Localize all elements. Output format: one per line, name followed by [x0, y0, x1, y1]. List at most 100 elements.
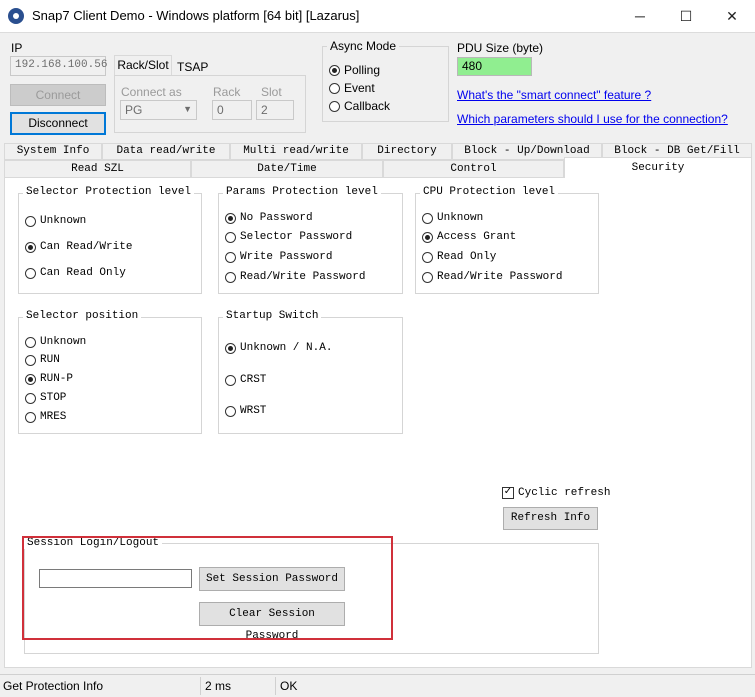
radio-label: Read Only — [437, 251, 497, 263]
chevron-down-icon: ▼ — [183, 104, 192, 114]
radio-cpu-read-write-password[interactable]: Read/Write Password — [422, 271, 562, 283]
cyclic-refresh-label: Cyclic refresh — [518, 487, 611, 499]
radio-pos-run-p[interactable]: RUN-P — [25, 373, 73, 385]
tab-system-info[interactable]: System Info — [4, 143, 102, 160]
status-divider — [275, 677, 276, 695]
radio-label: Event — [344, 81, 375, 95]
startup-switch-label: Startup Switch — [223, 310, 322, 322]
radio-label: Write Password — [240, 251, 333, 263]
tab-multi-read-write[interactable]: Multi read/write — [230, 143, 362, 160]
radio-sp-unknown[interactable]: Unknown — [25, 215, 86, 227]
tab-rack-slot[interactable]: Rack/Slot — [114, 55, 172, 76]
radio-dot — [329, 100, 340, 112]
connect-as-label: Connect as — [121, 85, 182, 99]
radio-pos-unknown[interactable]: Unknown — [25, 336, 86, 348]
refresh-info-button[interactable]: Refresh Info — [503, 507, 598, 530]
radio-label: Unknown — [40, 215, 87, 227]
radio-label: MRES — [40, 411, 67, 423]
disconnect-button[interactable]: Disconnect — [10, 112, 106, 135]
radio-label: RUN-P — [40, 373, 74, 385]
clear-session-password-button[interactable]: Clear Session Password — [199, 602, 345, 642]
tab-tsap[interactable]: TSAP — [177, 60, 208, 74]
ip-field[interactable]: 192.168.100.56 — [10, 56, 107, 76]
radio-dot — [422, 231, 433, 243]
radio-startup-wrst[interactable]: WRST — [225, 405, 266, 417]
radio-cpu-read-only[interactable]: Read Only — [422, 251, 496, 263]
radio-label: Unknown — [437, 212, 484, 224]
radio-dot — [25, 411, 36, 423]
tab-data-read-write[interactable]: Data read/write — [102, 143, 230, 160]
radio-callback[interactable]: Callback — [329, 99, 390, 113]
radio-dot — [225, 374, 236, 386]
radio-dot — [225, 231, 236, 243]
slot-field[interactable]: 2 — [256, 100, 294, 120]
app-icon — [8, 8, 24, 24]
radio-label: Selector Password — [240, 231, 353, 243]
radio-dot — [25, 392, 36, 404]
connect-as-value: PG — [125, 103, 143, 117]
radio-startup-unknown[interactable]: Unknown / N.A. — [225, 342, 332, 354]
radio-label: STOP — [40, 392, 67, 404]
radio-startup-crst[interactable]: CRST — [225, 374, 266, 386]
ip-label: IP — [11, 41, 23, 55]
radio-label: Read/Write Password — [437, 271, 563, 283]
radio-label: Unknown / N.A. — [240, 342, 333, 354]
tab-read-szl[interactable]: Read SZL — [4, 160, 191, 178]
radio-pp-write-password[interactable]: Write Password — [225, 251, 332, 263]
radio-sp-can-read-write[interactable]: Can Read/Write — [25, 241, 132, 253]
connect-as-select[interactable]: PG ▼ — [120, 100, 197, 120]
radio-pp-selector-password[interactable]: Selector Password — [225, 231, 352, 243]
tab-security[interactable]: Security — [564, 157, 752, 179]
radio-polling[interactable]: Polling — [329, 63, 380, 77]
radio-dot — [25, 373, 36, 385]
window-title: Snap7 Client Demo - Windows platform [64… — [32, 8, 360, 23]
radio-label: Polling — [344, 63, 381, 77]
smart-connect-link[interactable]: What's the "smart connect" feature ? — [457, 88, 651, 102]
session-password-input[interactable] — [39, 569, 192, 588]
radio-dot — [225, 342, 236, 354]
close-icon[interactable]: ✕ — [709, 0, 755, 32]
connection-params-link[interactable]: Which parameters should I use for the co… — [457, 112, 728, 126]
checkmark-icon: ✓ — [502, 487, 514, 499]
radio-pp-no-password[interactable]: No Password — [225, 212, 313, 224]
radio-pos-run[interactable]: RUN — [25, 354, 60, 366]
radio-cpu-unknown[interactable]: Unknown — [422, 212, 483, 224]
set-session-password-button[interactable]: Set Session Password — [199, 567, 345, 591]
radio-label: Read/Write Password — [240, 271, 366, 283]
radio-pp-read-write-password[interactable]: Read/Write Password — [225, 271, 365, 283]
radio-sp-can-read-only[interactable]: Can Read Only — [25, 267, 126, 279]
radio-label: WRST — [240, 405, 267, 417]
radio-label: Access Grant — [437, 231, 517, 243]
radio-dot — [25, 215, 36, 227]
radio-label: Can Read/Write — [40, 241, 133, 253]
tab-control[interactable]: Control — [383, 160, 564, 178]
cpu-protection-label: CPU Protection level — [420, 186, 559, 198]
cyclic-refresh-checkbox[interactable]: ✓ Cyclic refresh — [502, 487, 610, 499]
rack-field[interactable]: 0 — [212, 100, 252, 120]
slot-label: Slot — [261, 85, 282, 99]
pdu-size-field[interactable]: 480 — [457, 57, 532, 76]
status-bar: Get Protection Info 2 ms OK — [0, 674, 755, 697]
pdu-size-label: PDU Size (byte) — [457, 41, 544, 55]
radio-label: RUN — [40, 354, 60, 366]
radio-cpu-access-grant[interactable]: Access Grant — [422, 231, 516, 243]
radio-dot — [422, 251, 433, 263]
radio-pos-stop[interactable]: STOP — [25, 392, 66, 404]
tab-directory[interactable]: Directory — [362, 143, 452, 160]
radio-dot — [25, 354, 36, 366]
status-time: 2 ms — [205, 679, 232, 693]
status-result: OK — [280, 679, 298, 693]
radio-dot — [225, 251, 236, 263]
maximize-icon[interactable]: ☐ — [663, 0, 709, 32]
radio-event[interactable]: Event — [329, 81, 375, 95]
radio-label: CRST — [240, 374, 267, 386]
async-mode-label: Async Mode — [327, 39, 400, 53]
status-divider — [200, 677, 201, 695]
connect-button[interactable]: Connect — [10, 84, 106, 106]
radio-dot — [329, 64, 340, 76]
minimize-icon[interactable]: ─ — [617, 0, 663, 32]
title-bar: Snap7 Client Demo - Windows platform [64… — [0, 0, 755, 33]
radio-pos-mres[interactable]: MRES — [25, 411, 66, 423]
tab-date-time[interactable]: Date/Time — [191, 160, 383, 178]
radio-dot — [225, 405, 236, 417]
